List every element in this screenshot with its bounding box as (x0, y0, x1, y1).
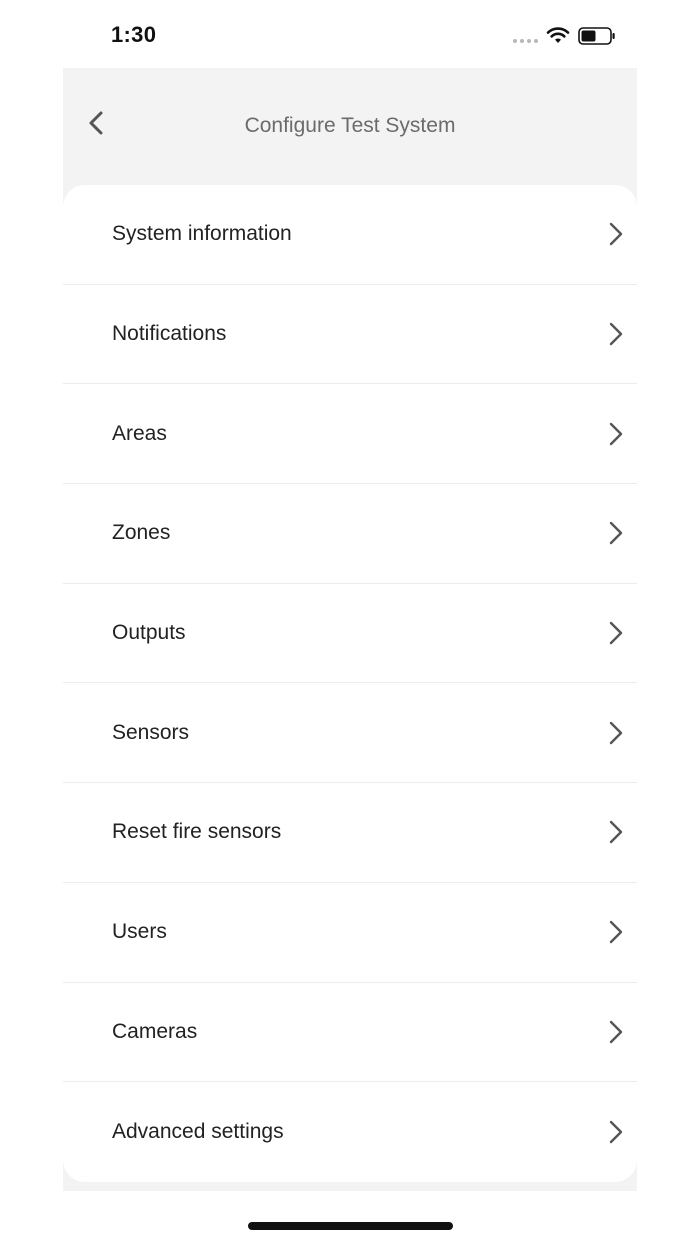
chevron-right-icon (609, 821, 623, 844)
chevron-right-icon (609, 522, 623, 545)
menu-item-label: Zones (112, 521, 171, 545)
menu-item-label: Outputs (112, 621, 186, 645)
chevron-right-icon (609, 223, 623, 246)
menu-item-reset-fire-sensors[interactable]: Reset fire sensors (63, 783, 637, 883)
navigation-bar: Configure Test System (63, 68, 637, 188)
home-indicator[interactable] (248, 1222, 453, 1230)
menu-item-label: Advanced settings (112, 1120, 284, 1144)
chevron-right-icon (609, 322, 623, 346)
page-title: Configure Test System (244, 114, 456, 137)
menu-item-cameras[interactable]: Cameras (63, 983, 637, 1083)
menu-item-notifications[interactable]: Notifications (63, 285, 637, 385)
cellular-signal-icon (513, 39, 539, 44)
chevron-right-icon (609, 721, 623, 744)
status-time: 1:30 (111, 22, 157, 47)
status-bar: 1:30 (0, 0, 700, 68)
battery-icon (578, 27, 615, 45)
settings-menu: System information Notifications Areas Z… (63, 185, 637, 1182)
chevron-right-icon (609, 920, 623, 944)
menu-item-zones[interactable]: Zones (63, 484, 637, 584)
chevron-right-icon (609, 422, 623, 445)
chevron-right-icon (609, 1020, 623, 1044)
menu-item-label: System information (112, 222, 292, 246)
menu-item-label: Notifications (112, 322, 227, 346)
menu-item-label: Cameras (112, 1019, 198, 1043)
menu-item-label: Sensors (112, 720, 190, 744)
chevron-right-icon (609, 621, 623, 645)
menu-item-sensors[interactable]: Sensors (63, 683, 637, 784)
menu-item-system-information[interactable]: System information (63, 185, 637, 285)
menu-item-outputs[interactable]: Outputs (63, 584, 637, 684)
menu-item-label: Reset fire sensors (112, 820, 282, 844)
menu-item-users[interactable]: Users (63, 883, 637, 983)
menu-item-label: Users (112, 920, 167, 944)
chevron-right-icon (609, 1120, 623, 1144)
configure-screen: Configure Test System System information… (63, 68, 637, 1191)
wifi-icon (546, 27, 570, 43)
menu-item-label: Areas (112, 421, 167, 445)
menu-item-advanced-settings[interactable]: Advanced settings (63, 1082, 637, 1182)
menu-item-areas[interactable]: Areas (63, 384, 637, 485)
